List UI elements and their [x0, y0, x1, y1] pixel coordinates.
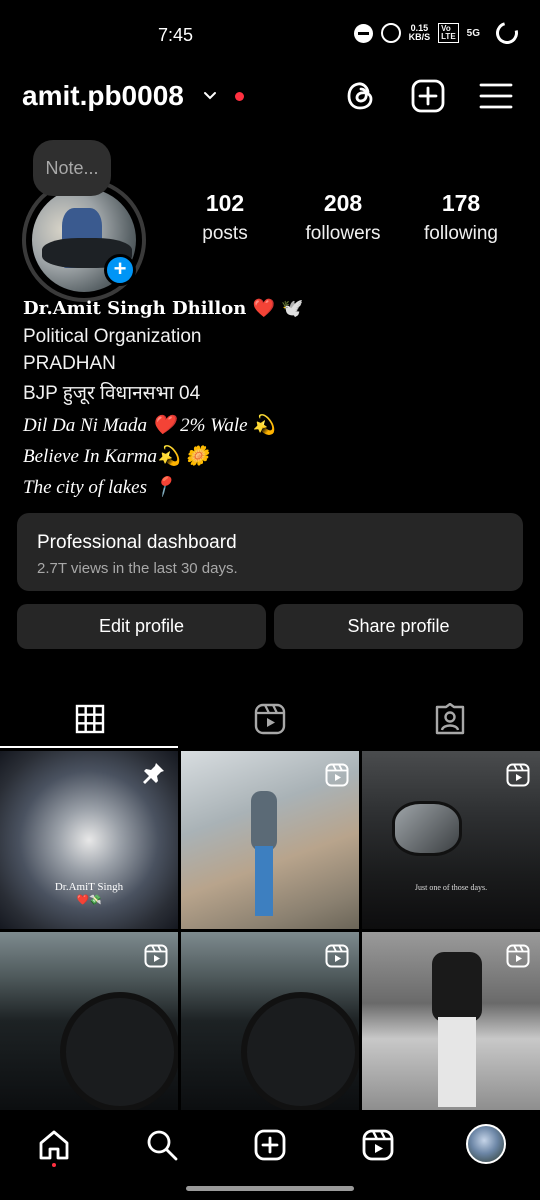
post-steering-wheel: [60, 992, 178, 1110]
status-bar: 7:45 0.15 KB/S Vo LTE 5G: [0, 0, 540, 70]
bottom-nav: [0, 1110, 540, 1200]
stat-following-label: following: [424, 223, 498, 244]
grid-icon: [75, 704, 105, 734]
alarm-icon: [380, 23, 401, 43]
bio-category: Political Organization: [23, 326, 202, 347]
post-steering-wheel: [241, 992, 359, 1110]
gesture-home-bar[interactable]: [186, 1186, 354, 1191]
tab-grid[interactable]: [0, 690, 180, 748]
post-mirror: [392, 801, 462, 856]
grid-post[interactable]: [181, 751, 359, 929]
post-caption: Just one of those days.: [414, 883, 488, 892]
edit-profile-button[interactable]: Edit profile: [17, 604, 266, 649]
reel-icon: [325, 944, 349, 968]
home-notification-dot: [52, 1163, 56, 1167]
reel-icon: [506, 944, 530, 968]
profile-tabs: [0, 690, 540, 748]
profile-header: amit.pb0008: [0, 72, 540, 122]
post-figure-legs: [438, 1017, 476, 1107]
post-caption: Dr.AmiT Singh: [54, 881, 124, 893]
bio-line: Dil Da Ni Mada ❤️ 2% Wale 💫: [23, 414, 276, 436]
battery-icon: [491, 17, 523, 49]
reel-icon: [144, 944, 168, 968]
home-icon: [39, 1130, 69, 1160]
tab-tagged[interactable]: [360, 690, 540, 748]
threads-icon[interactable]: [343, 78, 379, 114]
nav-search[interactable]: [143, 1126, 181, 1164]
note-bubble[interactable]: Note...: [33, 140, 111, 196]
post-caption-emoji: ❤️💸: [76, 895, 102, 906]
grid-post[interactable]: [0, 932, 178, 1110]
pin-icon: [143, 763, 164, 784]
professional-dashboard[interactable]: Professional dashboard 2.7T views in the…: [17, 513, 523, 591]
username[interactable]: amit.pb0008: [22, 80, 184, 112]
create-icon: [254, 1129, 286, 1161]
tab-reels[interactable]: [180, 690, 360, 748]
bio: Dr.Amit Singh Dhillon ❤️ 🕊️ Political Or…: [23, 298, 523, 503]
stat-posts-label: posts: [202, 223, 248, 244]
grid-post[interactable]: [362, 932, 540, 1110]
grid-post[interactable]: [181, 932, 359, 1110]
nav-home[interactable]: [35, 1126, 73, 1164]
reel-icon: [506, 763, 530, 787]
share-profile-button[interactable]: Share profile: [274, 604, 523, 649]
stat-following[interactable]: 178 following: [401, 190, 521, 245]
search-icon: [147, 1130, 178, 1161]
add-story-icon[interactable]: +: [104, 254, 136, 286]
status-time: 7:45: [158, 25, 194, 45]
stat-followers-label: followers: [305, 223, 381, 244]
stat-followers-value: 208: [323, 190, 363, 216]
post-figure: [432, 952, 482, 1022]
grid-post[interactable]: Just one of those days.: [362, 751, 540, 929]
do-not-disturb-icon: [353, 23, 373, 43]
nav-create[interactable]: [251, 1126, 289, 1164]
signal-icon: 5G: [466, 27, 480, 39]
dashboard-title: Professional dashboard: [37, 532, 237, 553]
hamburger-menu-icon[interactable]: [478, 78, 514, 114]
dashboard-subtitle: 2.7T views in the last 30 days.: [37, 560, 238, 577]
volte-icon: Vo LTE: [438, 23, 459, 43]
reels-icon: [254, 703, 286, 735]
bio-line: Believe In Karma💫 🌼: [23, 445, 210, 467]
status-icons: 0.15 KB/S Vo LTE 5G: [353, 17, 523, 49]
stat-followers[interactable]: 208 followers: [283, 190, 403, 245]
post-figure: [251, 791, 277, 851]
chevron-down-icon[interactable]: [202, 88, 218, 104]
post-figure-legs: [255, 846, 273, 916]
active-tab-indicator: [0, 746, 178, 748]
network-speed-unit: KB/S: [408, 32, 431, 42]
nav-reels[interactable]: [359, 1126, 397, 1164]
reel-icon: [325, 763, 349, 787]
bio-line: BJP हुजूर विधानसभा 04: [23, 383, 201, 404]
stat-following-value: 178: [441, 190, 481, 216]
plus-square-icon[interactable]: [410, 78, 446, 114]
grid-post[interactable]: Dr.AmiT Singh ❤️💸: [0, 751, 178, 929]
bio-line: PRADHAN: [23, 352, 116, 374]
bio-display-name: Dr.Amit Singh Dhillon ❤️ 🕊️: [23, 298, 304, 319]
network-speed: 0.15 KB/S: [409, 24, 431, 42]
bio-line: The city of lakes 📍: [23, 476, 176, 498]
profile-avatar[interactable]: [466, 1124, 506, 1164]
tagged-icon: [435, 703, 465, 735]
notification-dot: [235, 92, 244, 101]
stat-posts[interactable]: 102 posts: [165, 190, 285, 245]
reels-icon: [362, 1129, 394, 1161]
stat-posts-value: 102: [205, 190, 245, 216]
